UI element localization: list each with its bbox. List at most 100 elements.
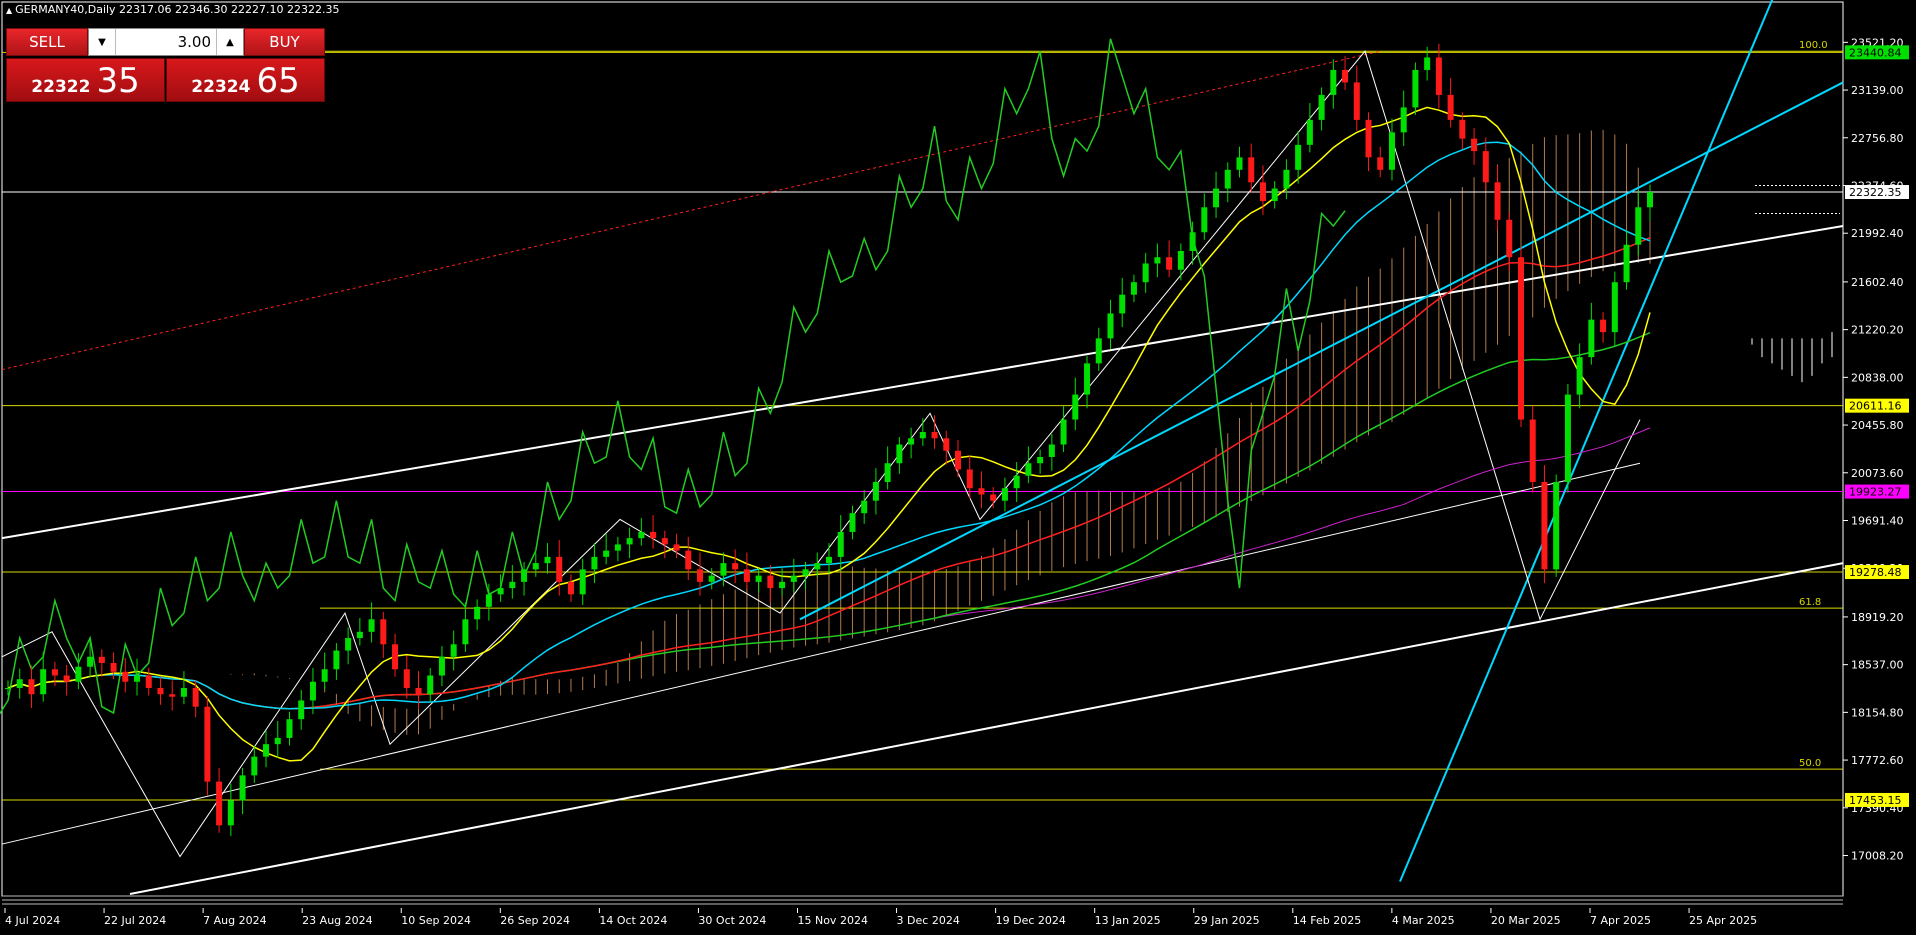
candle-body xyxy=(1271,188,1278,202)
candle-body xyxy=(239,775,246,801)
candle-body xyxy=(1107,313,1114,339)
candle-body xyxy=(1435,57,1442,95)
y-tick-label: 21602.40 xyxy=(1851,276,1904,289)
candle-body xyxy=(1482,151,1489,183)
candle-body xyxy=(614,544,621,551)
price-level-label: 19278.48 xyxy=(1849,566,1902,579)
x-tick-label: 22 Jul 2024 xyxy=(104,914,166,927)
candle-body xyxy=(450,644,457,657)
symbol-header: ▲ GERMANY40,Daily 22317.06 22346.30 22227… xyxy=(6,3,340,16)
ask-price-pips: 65 xyxy=(256,61,300,101)
candle-body xyxy=(1048,444,1055,457)
candle-body xyxy=(1365,119,1372,158)
candle-body xyxy=(1353,82,1360,120)
candle-body xyxy=(919,432,926,439)
candle-body xyxy=(779,581,786,589)
volume-decrease-icon[interactable]: ▼ xyxy=(89,29,116,55)
x-tick-label: 29 Jan 2025 xyxy=(1194,914,1260,927)
trend-line xyxy=(1,462,1641,845)
volume-increase-icon[interactable]: ▲ xyxy=(216,29,243,55)
candle-body xyxy=(438,656,445,676)
candle-body xyxy=(1177,250,1184,270)
candle-body xyxy=(1412,69,1419,108)
candle-body xyxy=(931,432,938,439)
candle-body xyxy=(1154,257,1161,264)
candle-body xyxy=(497,588,504,595)
candle-body xyxy=(650,531,657,539)
candle-body xyxy=(1295,144,1302,170)
candle-body xyxy=(1541,481,1548,570)
candle-body xyxy=(532,563,539,570)
volume-input[interactable]: 3.00 xyxy=(115,29,217,55)
candle-body xyxy=(1166,257,1173,270)
price-level-label: 17453.15 xyxy=(1849,794,1902,807)
candle-body xyxy=(1623,244,1630,283)
candle-body xyxy=(1517,257,1524,420)
bid-price-button[interactable]: 22322 35 xyxy=(6,58,165,102)
x-tick-label: 25 Apr 2025 xyxy=(1689,914,1757,927)
candle-body xyxy=(180,687,187,697)
candle-body xyxy=(966,469,973,489)
fib-level-label: 100.0 xyxy=(1799,40,1828,51)
tenkan-line xyxy=(7,106,1651,762)
fib-level-label: 61.8 xyxy=(1799,597,1821,608)
candle-body xyxy=(1037,457,1044,464)
candle-body xyxy=(1095,338,1102,364)
x-tick-label: 14 Feb 2025 xyxy=(1293,914,1361,927)
candle-body xyxy=(98,656,105,664)
x-tick-label: 20 Mar 2025 xyxy=(1491,914,1561,927)
candle-body xyxy=(509,581,516,589)
candle-body xyxy=(1283,169,1290,189)
y-tick-label: 21992.40 xyxy=(1851,227,1904,240)
candle-body xyxy=(1201,207,1208,233)
ask-price-button[interactable]: 22324 65 xyxy=(166,58,325,102)
candle-body xyxy=(1506,219,1513,258)
symbol-ohlc-text: GERMANY40,Daily 22317.06 22346.30 22227.… xyxy=(15,3,340,16)
price-chart: 23521.2023139.0022756.8022374.6021992.40… xyxy=(0,0,1909,927)
candle-body xyxy=(427,675,434,695)
collapse-icon[interactable]: ▲ xyxy=(6,6,12,15)
fib-level-label: 50.0 xyxy=(1799,758,1821,769)
candle-body xyxy=(403,669,410,688)
candle-body xyxy=(1001,488,1008,501)
one-click-trading-panel: SELL ▼ 3.00 ▲ BUY 22322 35 22324 65 xyxy=(6,28,325,102)
candle-body xyxy=(685,550,692,570)
candle-body xyxy=(110,663,117,672)
candle-body xyxy=(556,556,563,582)
candle-body xyxy=(1072,394,1079,420)
buy-button[interactable]: BUY xyxy=(244,28,325,56)
candle-body xyxy=(943,438,950,451)
candle-body xyxy=(1447,94,1454,120)
trend-line xyxy=(129,562,1844,895)
candle-body xyxy=(1647,192,1653,208)
x-tick-label: 15 Nov 2024 xyxy=(797,914,867,927)
candle-body xyxy=(485,594,492,607)
y-tick-label: 18537.00 xyxy=(1851,659,1904,672)
candle-body xyxy=(1142,263,1149,283)
candle-body xyxy=(1236,157,1243,170)
price-level-label: 19923.27 xyxy=(1849,486,1902,499)
ask-price-prefix: 22324 xyxy=(191,77,251,97)
candle-body xyxy=(743,569,750,582)
zigzag-line xyxy=(1,50,1641,858)
volume-stepper[interactable]: ▼ 3.00 ▲ xyxy=(88,28,244,56)
bid-price-pips: 35 xyxy=(96,61,140,101)
candle-body xyxy=(474,606,481,620)
candle-body xyxy=(626,538,633,545)
candle-body xyxy=(1342,69,1349,83)
candle-body xyxy=(544,556,551,564)
candle-body xyxy=(5,687,11,689)
candle-body xyxy=(415,687,422,695)
x-tick-label: 4 Mar 2025 xyxy=(1392,914,1455,927)
candle-body xyxy=(1330,69,1337,95)
candle-body xyxy=(826,556,832,564)
x-tick-label: 14 Oct 2024 xyxy=(599,914,667,927)
candle-body xyxy=(1388,132,1395,170)
candle-body xyxy=(1084,363,1091,395)
y-tick-label: 21220.20 xyxy=(1851,324,1904,337)
sell-button[interactable]: SELL xyxy=(6,28,88,56)
x-tick-label: 7 Aug 2024 xyxy=(203,914,266,927)
candle-body xyxy=(462,619,469,645)
candle-body xyxy=(1400,107,1407,133)
candle-body xyxy=(896,444,903,464)
